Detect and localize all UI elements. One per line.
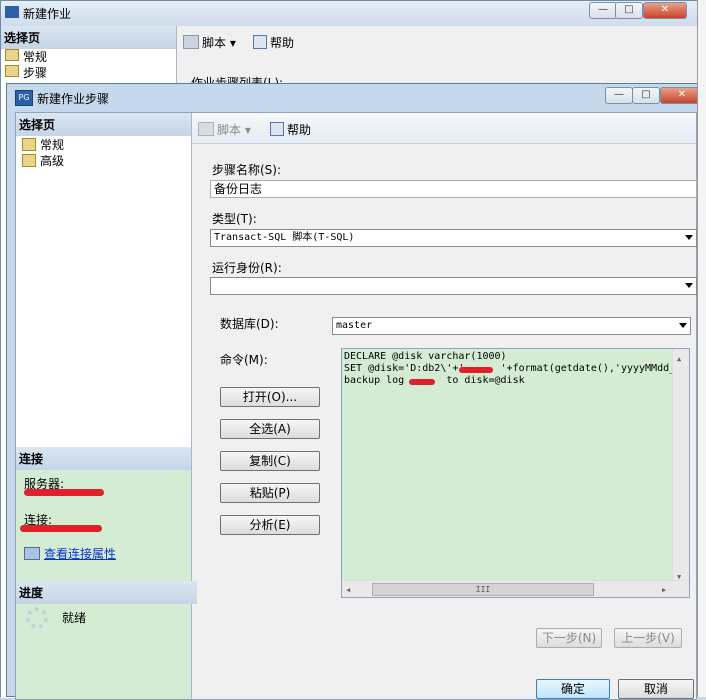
page-item-label: 常规: [40, 138, 65, 152]
page-item-advanced[interactable]: 高级: [22, 153, 64, 169]
run-as-label: 运行身份(R):: [212, 261, 282, 275]
scroll-up-icon[interactable]: ▲: [677, 353, 681, 365]
minimize-icon[interactable]: —: [605, 87, 633, 104]
job-window-titlebar: 新建作业 — □ ✕: [1, 1, 698, 26]
help-label: 帮助: [287, 123, 312, 137]
close-icon[interactable]: ✕: [643, 2, 687, 19]
select-page-pane: 选择页 常规 高级 连接 服务器: 连接: 查看连接属性 进度 就绪: [16, 113, 197, 699]
step-name-input[interactable]: 备份日志: [210, 180, 697, 198]
dialog-toolbar: 脚本 ▾ 帮助: [192, 113, 696, 144]
page-icon: [5, 49, 19, 61]
job-window-title: 新建作业: [23, 7, 72, 21]
dialog-body: 选择页 常规 高级 连接 服务器: 连接: 查看连接属性 进度 就绪 脚本 ▾: [15, 112, 697, 700]
database-label: 数据库(D):: [220, 317, 279, 331]
redaction-mark: [20, 525, 102, 532]
parse-button[interactable]: 分析(E): [220, 515, 320, 535]
script-button[interactable]: 脚本 ▾: [183, 34, 236, 51]
previous-button[interactable]: 上一步(V): [614, 628, 682, 648]
app-icon: [5, 6, 19, 18]
help-button[interactable]: 帮助: [270, 121, 311, 138]
scroll-right-icon[interactable]: ▶: [662, 584, 666, 596]
type-label: 类型(T):: [212, 212, 257, 226]
redaction-mark: [409, 379, 435, 385]
script-label: 脚本: [217, 123, 242, 137]
page-icon: [22, 138, 36, 151]
page-icon: [22, 154, 36, 167]
dialog-titlebar: PG 新建作业步骤 — □ ✕: [7, 84, 704, 110]
vertical-scrollbar[interactable]: ▲ ▼: [672, 349, 689, 581]
sidebar-item-label: 步骤: [23, 66, 48, 80]
database-select[interactable]: master: [332, 317, 691, 335]
dialog-app-icon: PG: [15, 90, 33, 106]
page-icon: [5, 65, 19, 77]
horizontal-scroll-thumb[interactable]: III: [372, 583, 594, 596]
type-select-value: Transact-SQL 脚本(T-SQL): [214, 232, 355, 243]
scroll-left-icon[interactable]: ◀: [346, 584, 350, 596]
job-step-dialog: PG 新建作业步骤 — □ ✕ 选择页 常规 高级 连接 服务器: 连接: 查看…: [6, 83, 704, 700]
command-line: SET @disk='D:db2\'+' '+format(getdate(),…: [344, 363, 690, 374]
cancel-button[interactable]: 取消: [618, 679, 694, 699]
script-button[interactable]: 脚本 ▾: [198, 121, 251, 138]
progress-status: 就绪: [62, 611, 87, 625]
page-item-label: 高级: [40, 154, 65, 168]
horizontal-scrollbar[interactable]: ◀ III ▶: [342, 580, 689, 597]
chevron-down-icon: [685, 283, 693, 288]
script-icon: [183, 35, 199, 49]
connection-properties-icon: [24, 547, 40, 560]
type-select[interactable]: Transact-SQL 脚本(T-SQL): [210, 229, 697, 247]
script-icon: [198, 122, 214, 136]
sidebar-item-label: 常规: [23, 50, 48, 64]
sidebar-item-steps[interactable]: 步骤: [5, 65, 176, 81]
ok-button[interactable]: 确定: [536, 679, 610, 699]
help-button[interactable]: 帮助: [253, 34, 294, 51]
help-icon: [253, 35, 267, 49]
next-button[interactable]: 下一步(N): [536, 628, 602, 648]
command-editor[interactable]: DECLARE @disk varchar(1000) SET @disk='D…: [341, 348, 690, 598]
maximize-icon[interactable]: □: [615, 2, 643, 19]
minimize-icon[interactable]: —: [589, 2, 617, 19]
progress-header: 进度: [16, 581, 197, 604]
open-button[interactable]: 打开(O)...: [220, 387, 320, 407]
command-line: DECLARE @disk varchar(1000): [344, 351, 507, 362]
paste-button[interactable]: 粘贴(P): [220, 483, 320, 503]
copy-button[interactable]: 复制(C): [220, 451, 320, 471]
chevron-down-icon: [685, 235, 693, 240]
select-all-button[interactable]: 全选(A): [220, 419, 320, 439]
connection-panel: 连接 服务器: 连接: 查看连接属性 进度 就绪: [16, 447, 197, 699]
connection-header: 连接: [16, 447, 191, 470]
job-main-pane: 脚本 ▾ 帮助 作业步骤列表(L):: [177, 26, 697, 90]
sidebar-item-general[interactable]: 常规: [5, 49, 176, 65]
right-edge-strip: [697, 0, 706, 697]
view-connection-properties-link[interactable]: 查看连接属性: [24, 545, 116, 562]
dialog-title: 新建作业步骤: [37, 92, 110, 106]
general-page: 脚本 ▾ 帮助 步骤名称(S): 备份日志 类型(T): Transact-SQ…: [192, 113, 697, 699]
redaction-mark: [24, 489, 104, 496]
redaction-mark: [459, 367, 493, 373]
script-label: 脚本: [202, 36, 227, 50]
command-label: 命令(M):: [220, 353, 268, 367]
page-item-general[interactable]: 常规: [22, 137, 64, 153]
chevron-down-icon: [679, 323, 687, 328]
select-page-header: 选择页: [1, 26, 176, 49]
run-as-select[interactable]: [210, 277, 697, 295]
database-select-value: master: [336, 320, 373, 331]
select-page-header: 选择页: [16, 113, 191, 136]
help-label: 帮助: [270, 36, 295, 50]
maximize-icon[interactable]: □: [632, 87, 660, 104]
view-connection-properties-label: 查看连接属性: [44, 547, 117, 561]
progress-spinner-icon: [26, 607, 48, 629]
help-icon: [270, 122, 284, 136]
step-name-label: 步骤名称(S):: [212, 163, 282, 177]
